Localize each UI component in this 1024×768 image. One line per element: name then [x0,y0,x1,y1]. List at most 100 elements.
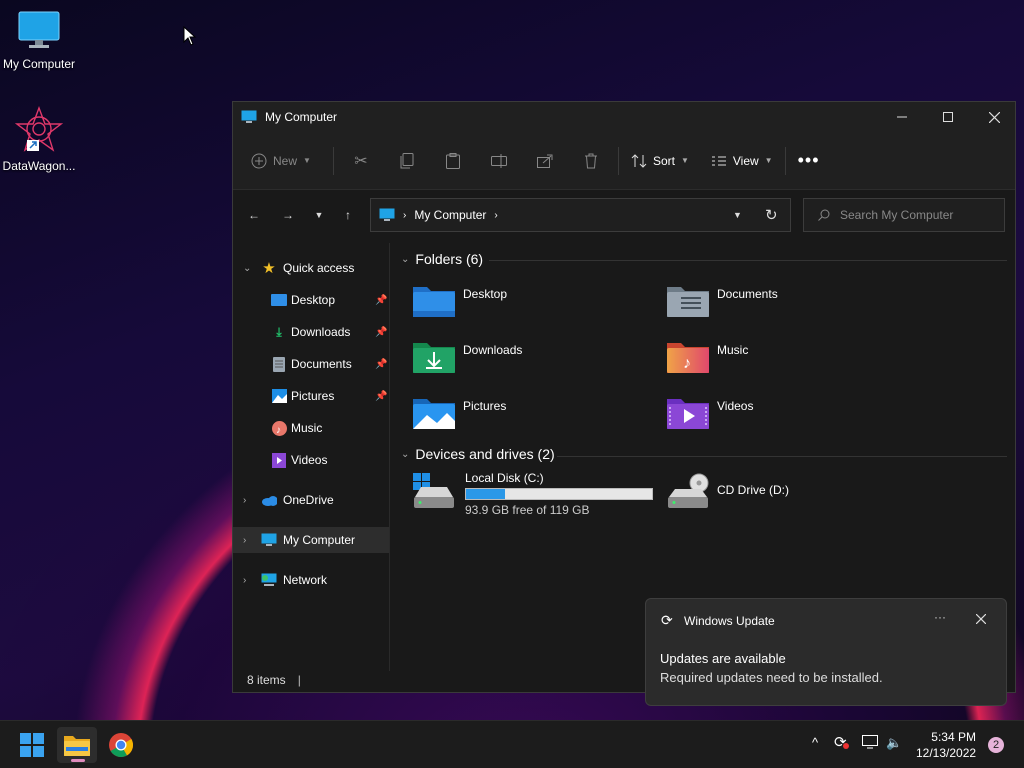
folder-item-documents[interactable]: Documents [667,283,778,317]
network-tray-icon[interactable] [862,735,878,752]
new-button[interactable]: New ▼ [243,145,319,177]
network-icon [261,572,277,588]
recent-locations-button[interactable]: ▼ [308,204,330,226]
sidebar-item-documents[interactable]: Documents 📌 [233,351,389,377]
back-button[interactable]: ← [243,204,265,226]
section-divider [489,260,1007,261]
pictures-icon [271,388,287,404]
forward-button[interactable]: → [277,204,299,226]
svg-text:♪: ♪ [683,355,691,372]
delete-button[interactable] [568,145,614,177]
view-button[interactable]: View ▼ [703,145,781,177]
notification-badge[interactable]: 2 [988,737,1004,753]
sidebar-item-label: OneDrive [283,493,334,507]
taskbar-file-explorer[interactable] [57,727,97,763]
chevron-right-icon: › [403,209,407,221]
refresh-button[interactable]: ↻ [765,206,778,224]
share-icon [536,154,553,168]
notification-toast[interactable]: ⟳ Windows Update ··· Updates are availab… [645,598,1007,706]
sidebar-item-label: My Computer [283,533,356,547]
volume-tray-icon[interactable]: 🔈 [886,735,902,751]
sidebar-item-downloads[interactable]: ⤓ Downloads 📌 [233,319,389,345]
chrome-icon [109,733,133,757]
sidebar-item-music[interactable]: ♪ Music [233,415,389,441]
address-bar[interactable]: › My Computer › ▼ ↻ [370,198,791,232]
local-disk-icon [413,473,454,508]
pin-icon: 📌 [375,358,388,370]
maximize-button[interactable] [925,102,971,132]
drive-name: CD Drive (D:) [717,483,789,497]
breadcrumb[interactable]: My Computer [414,208,486,222]
title-bar[interactable]: My Computer [233,102,1015,132]
sidebar-item-quick-access[interactable]: ⌄ ★ Quick access [233,255,389,281]
clock[interactable]: 5:34 PM 12/13/2022 [916,729,976,761]
folder-item-pictures[interactable]: Pictures [413,395,506,429]
chevron-right-icon: › [494,209,498,221]
folder-name: Downloads [463,343,523,357]
drive-item-c[interactable]: Local Disk (C:) 93.9 GB free of 119 GB [413,471,653,517]
rename-button[interactable] [476,145,522,177]
desktop-icon-datawagon[interactable]: DataWagon... [0,106,78,173]
arrow-up-icon: ↑ [345,208,351,222]
rename-icon [490,153,507,168]
copy-button[interactable] [384,145,430,177]
sidebar-item-videos[interactable]: Videos [233,447,389,473]
sidebar-item-my-computer[interactable]: › My Computer [233,527,389,553]
share-button[interactable] [522,145,568,177]
chevron-down-icon: ▼ [680,156,689,165]
folder-item-downloads[interactable]: Downloads [413,339,522,373]
drive-name: Local Disk (C:) [465,471,544,485]
folder-name: Pictures [463,399,507,413]
drives-section-header[interactable]: ⌄ Devices and drives (2) [401,446,555,462]
show-hidden-icons-button[interactable]: ^ [812,735,818,750]
cd-drive-icon [668,473,709,508]
toast-close-button[interactable] [975,613,987,627]
pin-icon: 📌 [375,390,388,402]
taskbar-chrome[interactable] [101,727,141,763]
active-indicator [71,759,85,762]
paste-button[interactable] [430,145,476,177]
sidebar-item-onedrive[interactable]: › OneDrive [233,487,389,513]
sidebar-item-label: Downloads [291,325,351,339]
sort-button[interactable]: Sort ▼ [623,145,697,177]
sidebar-item-network[interactable]: › Network [233,567,389,593]
toast-more-button[interactable]: ··· [934,610,946,624]
toolbar-divider [784,146,786,175]
music-folder-icon: ♪ [667,343,709,373]
close-button[interactable] [971,102,1017,132]
folders-section-header[interactable]: ⌄ Folders (6) [401,251,483,267]
paste-icon [445,152,460,169]
network-monitor-icon [862,735,878,749]
monitor-icon [261,532,277,548]
windows-logo-icon [20,733,44,757]
pictures-folder-icon [413,399,455,429]
sidebar-item-label: Music [291,421,323,435]
speaker-icon: 🔈 [886,735,903,750]
minimize-button[interactable] [879,102,925,132]
refresh-icon: ↻ [765,207,778,224]
folder-item-music[interactable]: ♪ Music [667,339,748,373]
update-tray-icon[interactable]: ⟳ [834,733,849,751]
folder-item-desktop[interactable]: Desktop [413,283,507,317]
download-icon: ⤓ [276,324,282,339]
drive-item-d[interactable]: CD Drive (D:) [667,473,789,511]
folder-item-videos[interactable]: Videos [667,395,753,429]
start-button[interactable] [12,727,52,763]
sync-icon: ⟳ [661,612,673,628]
up-button[interactable]: ↑ [337,204,359,226]
arrow-right-icon: → [282,208,294,222]
sidebar-item-pictures[interactable]: Pictures 📌 [233,383,389,409]
desktop-icon-my-computer[interactable]: My Computer [0,10,78,71]
search-input[interactable]: Search My Computer [803,198,1005,232]
cut-button[interactable]: ✂ [338,145,384,177]
drive-usage-fill [466,489,506,499]
videos-folder-icon [667,399,709,429]
chevron-down-icon: ⌄ [243,262,252,274]
folder-name: Music [717,343,749,357]
chevron-down-icon: ▼ [733,210,742,220]
documents-folder-icon [667,287,709,317]
sidebar-item-desktop[interactable]: Desktop 📌 [233,287,389,313]
address-dropdown-button[interactable]: ▼ [733,210,742,220]
sidebar-item-label: Network [283,573,328,587]
more-options-button[interactable]: ••• [790,145,828,177]
